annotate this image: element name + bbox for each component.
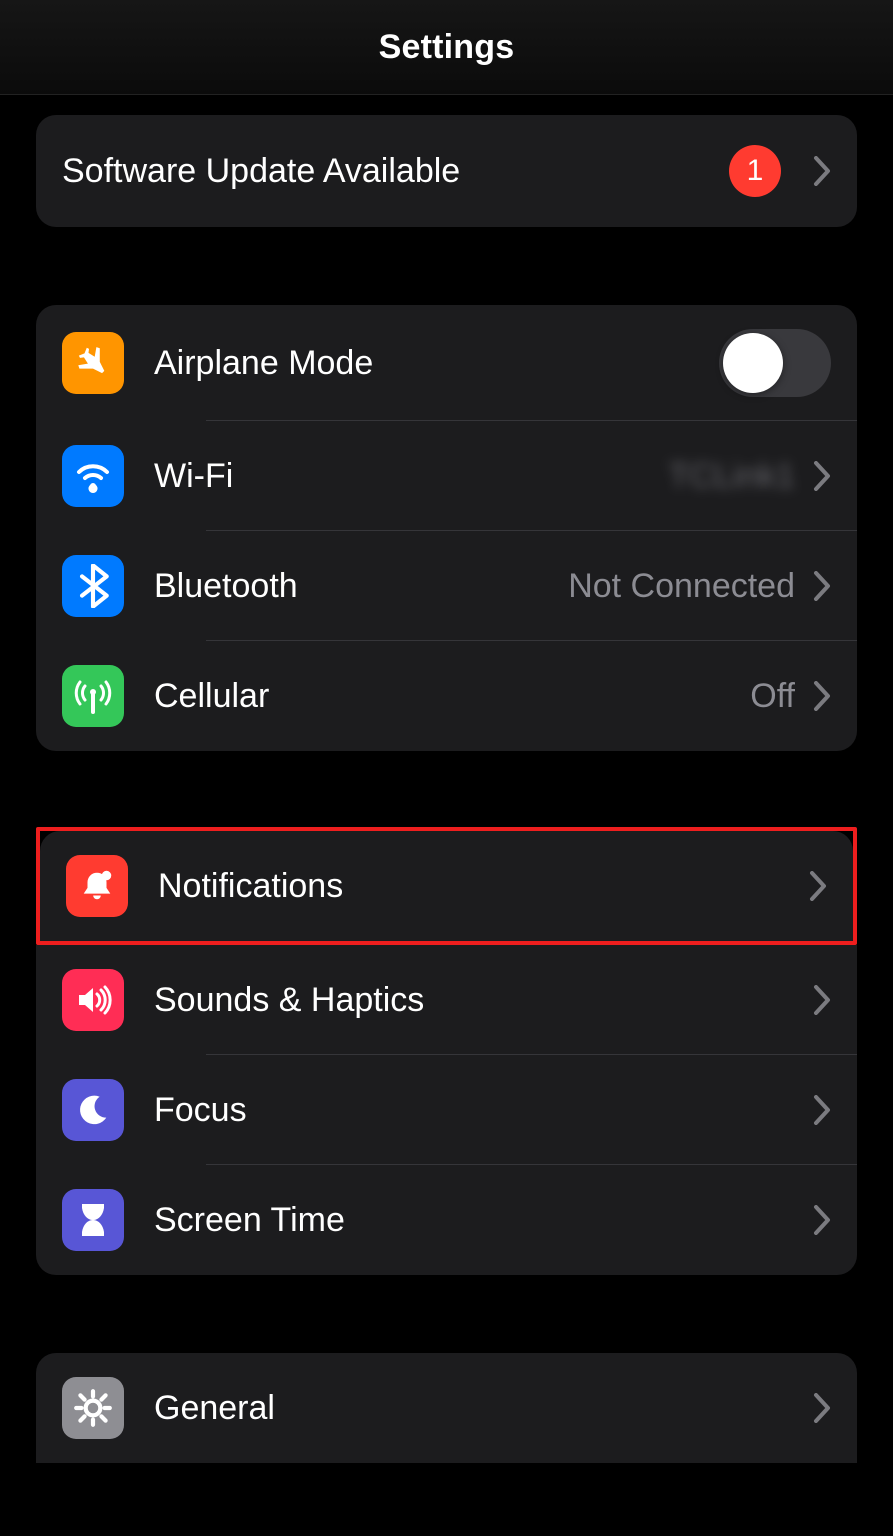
focus-label: Focus bbox=[154, 1091, 813, 1130]
alerts-section-top: Notifications bbox=[40, 831, 853, 941]
airplane-mode-toggle[interactable] bbox=[719, 329, 831, 397]
airplane-mode-label: Airplane Mode bbox=[154, 344, 719, 383]
wifi-label: Wi-Fi bbox=[154, 457, 668, 496]
general-row[interactable]: General bbox=[36, 1353, 857, 1463]
software-update-label: Software Update Available bbox=[62, 152, 729, 191]
chevron-right-icon bbox=[813, 681, 831, 711]
software-update-row[interactable]: Software Update Available 1 bbox=[36, 115, 857, 227]
chevron-right-icon bbox=[813, 461, 831, 491]
wifi-value: TCLink1 bbox=[668, 457, 795, 496]
notifications-highlight: Notifications bbox=[36, 827, 857, 945]
bluetooth-value: Not Connected bbox=[568, 567, 795, 606]
page-title: Settings bbox=[379, 28, 515, 67]
focus-icon bbox=[62, 1079, 124, 1141]
connectivity-section: Airplane Mode Wi-Fi TCLink1 Bluetooth No… bbox=[36, 305, 857, 751]
update-badge: 1 bbox=[729, 145, 781, 197]
chevron-right-icon bbox=[813, 1393, 831, 1423]
chevron-right-icon bbox=[813, 571, 831, 601]
notifications-icon bbox=[66, 855, 128, 917]
notifications-row[interactable]: Notifications bbox=[40, 831, 853, 941]
sounds-label: Sounds & Haptics bbox=[154, 981, 813, 1020]
alerts-section-rest: Sounds & Haptics Focus Screen Time bbox=[36, 945, 857, 1275]
cellular-value: Off bbox=[750, 677, 795, 716]
screen-time-icon bbox=[62, 1189, 124, 1251]
cellular-label: Cellular bbox=[154, 677, 750, 716]
airplane-icon bbox=[62, 332, 124, 394]
general-icon bbox=[62, 1377, 124, 1439]
cellular-row[interactable]: Cellular Off bbox=[36, 641, 857, 751]
wifi-row[interactable]: Wi-Fi TCLink1 bbox=[36, 421, 857, 531]
screen-time-label: Screen Time bbox=[154, 1201, 813, 1240]
general-label: General bbox=[154, 1389, 813, 1428]
header: Settings bbox=[0, 0, 893, 95]
wifi-icon bbox=[62, 445, 124, 507]
toggle-knob bbox=[723, 333, 783, 393]
software-update-section: Software Update Available 1 bbox=[36, 115, 857, 227]
screen-time-row[interactable]: Screen Time bbox=[36, 1165, 857, 1275]
sounds-icon bbox=[62, 969, 124, 1031]
chevron-right-icon bbox=[813, 985, 831, 1015]
airplane-mode-row[interactable]: Airplane Mode bbox=[36, 305, 857, 421]
cellular-icon bbox=[62, 665, 124, 727]
bluetooth-row[interactable]: Bluetooth Not Connected bbox=[36, 531, 857, 641]
chevron-right-icon bbox=[813, 1205, 831, 1235]
notifications-label: Notifications bbox=[158, 867, 809, 906]
sounds-row[interactable]: Sounds & Haptics bbox=[36, 945, 857, 1055]
chevron-right-icon bbox=[813, 1095, 831, 1125]
chevron-right-icon bbox=[809, 871, 827, 901]
bluetooth-label: Bluetooth bbox=[154, 567, 568, 606]
focus-row[interactable]: Focus bbox=[36, 1055, 857, 1165]
system-section: General bbox=[36, 1353, 857, 1463]
chevron-right-icon bbox=[813, 156, 831, 186]
bluetooth-icon bbox=[62, 555, 124, 617]
